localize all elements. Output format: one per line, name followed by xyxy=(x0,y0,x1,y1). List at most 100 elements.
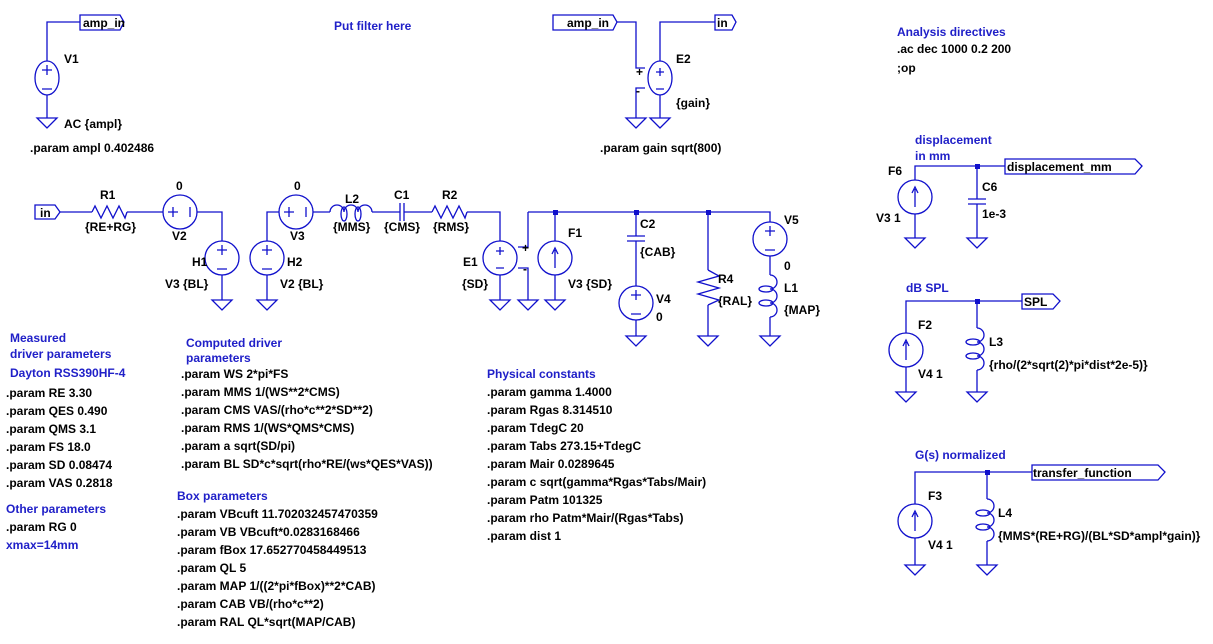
spice-directive[interactable]: .param WS 2*pi*FS xyxy=(181,367,288,381)
spice-directive[interactable]: .param QL 5 xyxy=(177,561,246,575)
spice-directive[interactable]: .param RE 3.30 xyxy=(6,386,92,400)
component-name: C6 xyxy=(982,180,998,194)
component-value: AC {ampl} xyxy=(64,117,122,131)
spice-directive[interactable]: .param RG 0 xyxy=(6,520,77,534)
junction-dot xyxy=(985,470,990,475)
component-value: {MAP} xyxy=(784,303,820,317)
wire xyxy=(914,165,1005,238)
net-label-text[interactable]: transfer_function xyxy=(1033,466,1132,480)
comment-title: displacement xyxy=(915,133,992,147)
spice-directive[interactable]: .param BL SD*c*sqrt(rho*RE/(ws*QES*VAS)) xyxy=(181,457,433,471)
component-name: V2 xyxy=(172,229,187,243)
comment-text: Put filter here xyxy=(334,19,412,33)
component-value: V3 {BL} xyxy=(165,277,209,291)
net-label-text[interactable]: amp_in xyxy=(83,16,125,30)
spice-directive[interactable]: .ac dec 1000 0.2 200 xyxy=(897,42,1011,56)
ground-symbol xyxy=(894,391,989,403)
inductor-l1[interactable] xyxy=(758,274,778,318)
terminal-plus: + xyxy=(636,65,643,79)
spice-directive[interactable]: .param gamma 1.4000 xyxy=(487,385,612,399)
h1-source[interactable] xyxy=(204,240,240,276)
spice-directive[interactable]: .param c sqrt(gamma*Rgas*Tabs/Mair) xyxy=(487,475,706,489)
net-label-text[interactable]: amp_in xyxy=(567,16,609,30)
component-name: V5 xyxy=(784,213,799,227)
v4-voltage-source[interactable] xyxy=(618,285,654,321)
v5-voltage-source[interactable] xyxy=(752,221,788,257)
v3-voltage-source[interactable] xyxy=(278,194,314,230)
spice-directive[interactable]: ;op xyxy=(897,61,916,75)
component-value: 1e-3 xyxy=(982,207,1006,221)
f1-current-source[interactable] xyxy=(537,240,573,276)
component-value: {RE+RG} xyxy=(85,220,136,234)
spice-directive[interactable]: .param Mair 0.0289645 xyxy=(487,457,615,471)
text-labels: amp_in V1 AC {ampl} .param ampl 0.402486 Put… xyxy=(6,16,1201,629)
terminal-minus: - xyxy=(523,262,527,276)
net-label-text[interactable]: SPL xyxy=(1024,295,1047,309)
spice-directive[interactable]: .param QES 0.490 xyxy=(6,404,108,418)
spice-directive[interactable]: .param VAS 0.2818 xyxy=(6,476,113,490)
spice-directive[interactable]: .param gain sqrt(800) xyxy=(600,141,721,155)
component-value: 0 xyxy=(176,179,183,193)
spice-directive[interactable]: .param MMS 1/(WS**2*CMS) xyxy=(181,385,340,399)
comment-title: Other parameters xyxy=(6,502,106,516)
spice-directive[interactable]: .param FS 18.0 xyxy=(6,440,91,454)
net-label-text[interactable]: displacement_mm xyxy=(1007,160,1112,174)
h2-source[interactable] xyxy=(249,240,285,276)
component-name: H2 xyxy=(287,255,303,269)
spice-directive[interactable]: .param CAB VB/(rho*c**2) xyxy=(177,597,324,611)
component-name: L1 xyxy=(784,281,798,295)
comment-title: Computed driver xyxy=(186,336,282,350)
component-value: {rho/(2*sqrt(2)*pi*dist*2e-5)} xyxy=(989,358,1148,372)
inductor-l4[interactable] xyxy=(975,498,995,542)
spice-directive[interactable]: .param QMS 3.1 xyxy=(6,422,96,436)
spice-directive[interactable]: .param CMS VAS/(rho*c**2*SD**2) xyxy=(181,403,373,417)
spice-directive[interactable]: .param ampl 0.402486 xyxy=(30,141,154,155)
spice-directive[interactable]: .param Rgas 8.314510 xyxy=(487,403,613,417)
capacitor-c2[interactable] xyxy=(627,235,645,242)
spice-directive[interactable]: .param a sqrt(SD/pi) xyxy=(181,439,295,453)
f2-current-source[interactable] xyxy=(888,332,924,368)
component-name: L2 xyxy=(345,192,359,206)
spice-directive[interactable]: .param SD 0.08474 xyxy=(6,458,112,472)
spice-directive[interactable]: .param VBcuft 11.702032457470359 xyxy=(177,507,378,521)
net-label-text[interactable]: in xyxy=(717,16,728,30)
spice-directive[interactable]: .param VB VBcuft*0.0283168466 xyxy=(177,525,360,539)
f3-current-source[interactable] xyxy=(897,503,933,539)
component-value: V4 1 xyxy=(928,538,953,552)
spice-directive[interactable]: .param MAP 1/((2*pi*fBox)**2*CAB) xyxy=(177,579,376,593)
inductor-l3[interactable] xyxy=(965,327,985,371)
net-label-text[interactable]: in xyxy=(40,206,51,220)
component-value: {RAL} xyxy=(718,294,752,308)
comment-title: Analysis directives xyxy=(897,25,1006,39)
component-name: E2 xyxy=(676,52,691,66)
component-value: 0 xyxy=(294,179,301,193)
resistor-r4[interactable] xyxy=(695,269,722,306)
schematic-canvas[interactable]: amp_in V1 AC {ampl} .param ampl 0.402486 Put… xyxy=(0,0,1213,644)
component-value: {RMS} xyxy=(433,220,469,234)
ground-symbol xyxy=(210,299,782,347)
spice-directive[interactable]: .param Patm 101325 xyxy=(487,493,603,507)
junction-dot xyxy=(975,299,980,304)
spice-directive[interactable]: .param RAL QL*sqrt(MAP/CAB) xyxy=(177,615,355,629)
resistor-r2[interactable] xyxy=(431,204,468,220)
capacitor-c6[interactable] xyxy=(968,198,986,205)
resistor-r1[interactable] xyxy=(91,204,128,220)
f6-current-source[interactable] xyxy=(897,179,933,215)
spice-directive[interactable]: .param dist 1 xyxy=(487,529,561,543)
inductor-l2[interactable] xyxy=(329,204,373,222)
e1-source[interactable] xyxy=(482,240,518,276)
spice-directive[interactable]: .param fBox 17.652770458449513 xyxy=(177,543,367,557)
comment-title: Box parameters xyxy=(177,489,268,503)
v1-voltage-source[interactable] xyxy=(34,21,80,118)
spice-directive[interactable]: .param RMS 1/(WS*QMS*CMS) xyxy=(181,421,354,435)
spice-directive[interactable]: .param TdegC 20 xyxy=(487,421,584,435)
component-value: V3 {SD} xyxy=(568,277,612,291)
spice-directive[interactable]: .param Tabs 273.15+TdegC xyxy=(487,439,642,453)
component-name: C2 xyxy=(640,217,656,231)
ground-symbol xyxy=(624,117,672,129)
ground-symbol xyxy=(903,564,999,576)
component-value: {MMS*(RE+RG)/(BL*SD*ampl*gain)} xyxy=(998,529,1201,543)
capacitor-c1[interactable] xyxy=(399,203,405,221)
v2-voltage-source[interactable] xyxy=(162,194,198,230)
spice-directive[interactable]: .param rho Patm*Mair/(Rgas*Tabs) xyxy=(487,511,684,525)
